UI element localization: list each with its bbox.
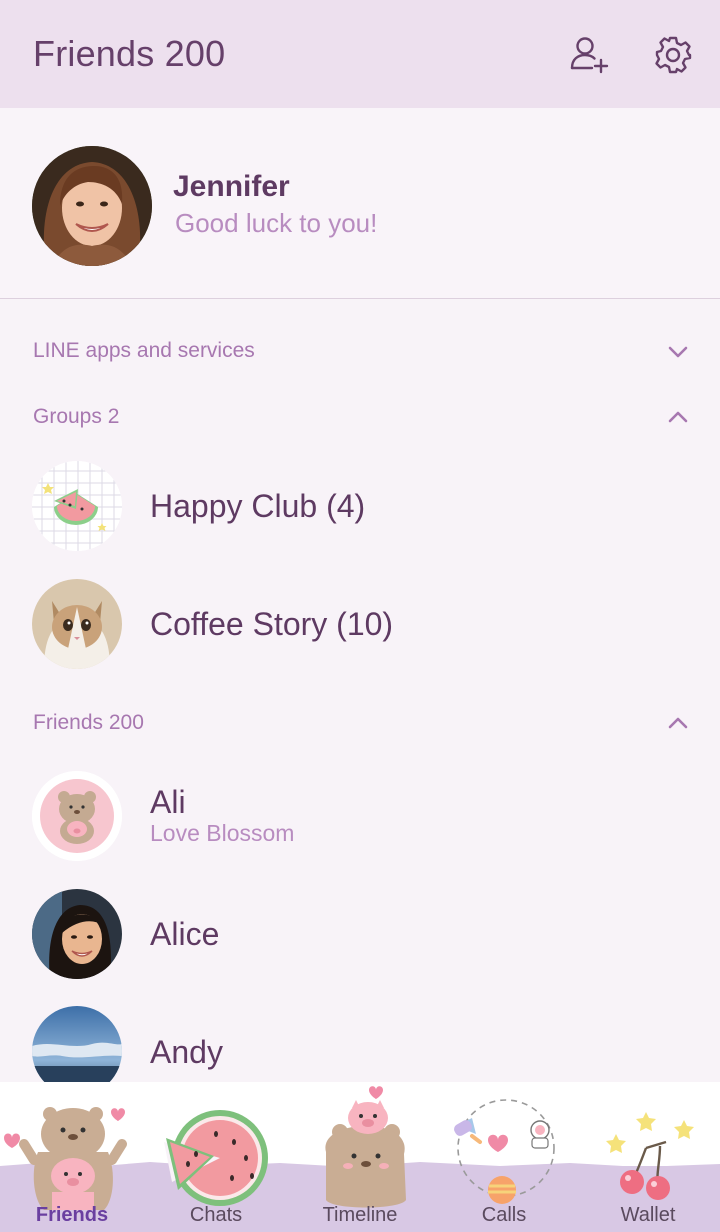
tab-wallet[interactable]: Wallet: [576, 1082, 720, 1232]
cherry-wallet-icon: [606, 1112, 694, 1200]
friend-name-andy[interactable]: Andy: [150, 1034, 223, 1071]
tab-label-friends: Friends: [35, 1204, 109, 1226]
tab-chats[interactable]: Chats: [144, 1082, 288, 1232]
friend-avatar-alice[interactable]: [32, 889, 122, 979]
tab-calls[interactable]: Calls: [432, 1082, 576, 1232]
bear-friends-icon: [4, 1107, 127, 1210]
group-avatar-happy-club[interactable]: [32, 461, 122, 551]
friend-status-ali: Love Blossom: [150, 820, 295, 846]
profile-status-message: Good luck to you!: [175, 208, 378, 238]
space-calls-icon: [454, 1099, 555, 1204]
chevron-down-icon[interactable]: [666, 344, 690, 360]
tab-label-wallet: Wallet: [620, 1204, 676, 1226]
watermelon-chats-icon: [164, 1110, 268, 1206]
divider: [0, 298, 720, 299]
section-header-line-apps[interactable]: LINE apps and services: [33, 339, 255, 363]
group-name-coffee-story[interactable]: Coffee Story (10): [150, 606, 393, 643]
friend-name-alice[interactable]: Alice: [150, 916, 219, 953]
group-avatar-coffee-story[interactable]: [32, 579, 122, 669]
friend-avatar-ali[interactable]: [32, 771, 122, 861]
bottom-navigation: Friends Chats Timeline Calls Wallet: [0, 1082, 720, 1232]
gear-icon[interactable]: [652, 34, 694, 76]
chevron-up-icon[interactable]: [666, 715, 690, 731]
tab-label-calls: Calls: [481, 1204, 527, 1226]
section-header-groups[interactable]: Groups 2: [33, 405, 119, 429]
section-header-friends[interactable]: Friends 200: [33, 711, 144, 735]
friend-name-ali[interactable]: Ali: [150, 784, 186, 821]
tab-label-chats: Chats: [189, 1204, 243, 1226]
app-header: Friends 200: [0, 0, 720, 108]
bear-timeline-icon: [325, 1086, 406, 1208]
tab-timeline[interactable]: Timeline: [288, 1082, 432, 1232]
page-title: Friends 200: [33, 33, 226, 74]
profile-name: Jennifer: [173, 170, 290, 203]
group-name-happy-club[interactable]: Happy Club (4): [150, 488, 365, 525]
chevron-up-icon[interactable]: [666, 409, 690, 425]
profile-avatar[interactable]: [32, 146, 152, 266]
tab-label-timeline: Timeline: [322, 1204, 398, 1226]
tab-friends[interactable]: Friends: [0, 1082, 144, 1232]
add-friend-icon[interactable]: [568, 34, 610, 76]
